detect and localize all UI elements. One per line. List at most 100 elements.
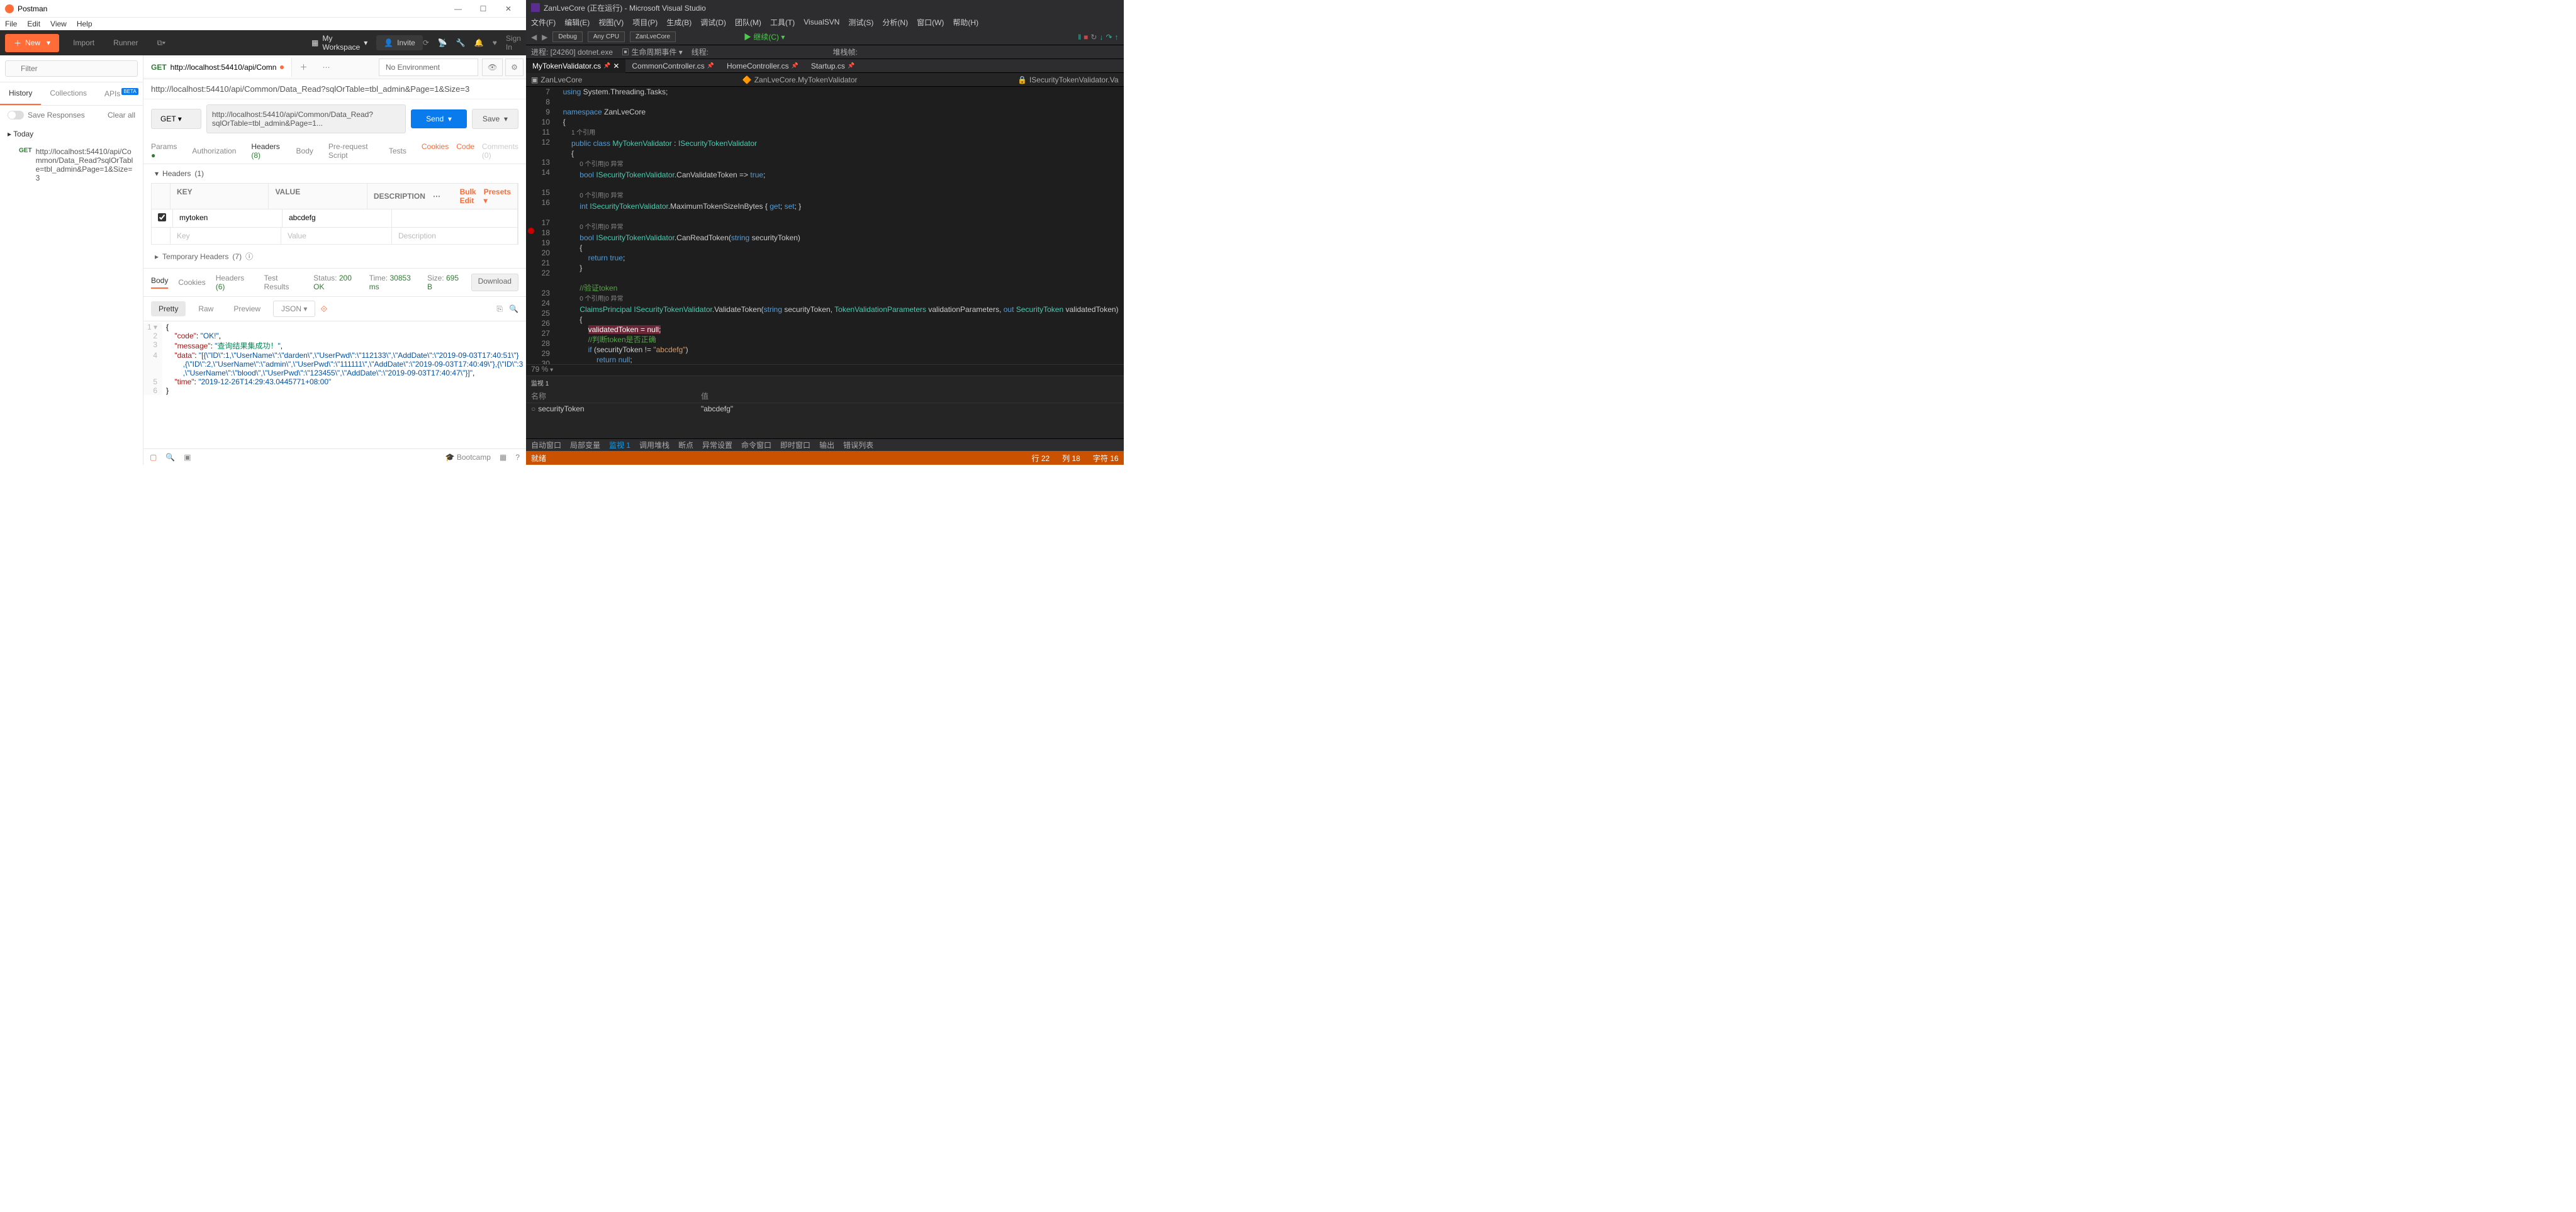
- header-row-checkbox[interactable]: [158, 213, 166, 221]
- vs-menu-window[interactable]: 窗口(W): [917, 17, 944, 28]
- header-value-cell[interactable]: abcdefg: [283, 209, 392, 227]
- search-icon[interactable]: 🔍: [509, 304, 518, 314]
- bootcamp-button[interactable]: 🎓 Bootcamp: [445, 453, 491, 462]
- subtab-body[interactable]: Body: [296, 147, 313, 155]
- filter-input[interactable]: [5, 60, 138, 77]
- env-quicklook-icon[interactable]: 👁: [482, 58, 503, 76]
- header-key-placeholder[interactable]: Key: [171, 228, 281, 244]
- history-item[interactable]: GEThttp://localhost:54410/api/Common/Dat…: [0, 143, 143, 186]
- header-key-cell[interactable]: mytoken: [173, 209, 283, 227]
- btab-locals[interactable]: 局部变量: [570, 440, 600, 450]
- nav-method[interactable]: 🔒 ISecurityTokenValidator.Va: [1017, 75, 1119, 84]
- step-out-icon[interactable]: ↑: [1115, 33, 1119, 42]
- send-button[interactable]: Send ▾: [411, 109, 467, 128]
- vs-menu-analyze[interactable]: 分析(N): [882, 17, 908, 28]
- workspace-selector[interactable]: ▦My Workspace▾: [311, 34, 367, 52]
- pretty-button[interactable]: Pretty: [151, 301, 186, 316]
- sync-icon[interactable]: ⟳: [423, 38, 429, 47]
- nav-fwd-icon[interactable]: ▶: [542, 33, 547, 42]
- save-button[interactable]: Save ▾: [472, 109, 518, 129]
- new-tab-button[interactable]: ＋: [292, 57, 315, 77]
- menu-edit[interactable]: Edit: [27, 19, 40, 28]
- btab-immediate[interactable]: 即时窗口: [780, 440, 810, 450]
- code-content[interactable]: using System.Threading.Tasks; namespace …: [554, 87, 1124, 364]
- step-into-icon[interactable]: ↓: [1099, 33, 1103, 42]
- project-selector[interactable]: ZanLveCore: [630, 31, 676, 42]
- save-responses-toggle[interactable]: [8, 111, 24, 120]
- vs-menu-file[interactable]: 文件(F): [531, 17, 556, 28]
- runner-button[interactable]: Runner: [106, 35, 145, 51]
- comments-link[interactable]: Comments (0): [482, 142, 518, 160]
- editor-tab-mytokenvalidator[interactable]: MyTokenValidator.cs📌✕: [526, 59, 625, 73]
- headers-section-title[interactable]: ▾ Headers (1): [143, 164, 526, 183]
- history-today[interactable]: ▸ Today: [0, 125, 143, 143]
- response-body[interactable]: 1 ▾{ 2 "code": "OK!", 3 "message": "查询结果…: [143, 321, 526, 448]
- breakpoint-icon[interactable]: [528, 228, 534, 234]
- subtab-prereq[interactable]: Pre-request Script: [328, 142, 374, 160]
- nav-back-icon[interactable]: ◀: [531, 33, 537, 42]
- signin-button[interactable]: Sign In: [506, 34, 521, 52]
- btab-exceptions[interactable]: 异常设置: [702, 440, 732, 450]
- import-button[interactable]: Import: [65, 35, 102, 51]
- bell-icon[interactable]: 🔔: [474, 38, 484, 47]
- btab-autos[interactable]: 自动窗口: [531, 440, 561, 450]
- subtab-headers[interactable]: Headers (8): [251, 142, 281, 160]
- format-selector[interactable]: JSON ▾: [273, 301, 315, 317]
- vs-menu-team[interactable]: 团队(M): [735, 17, 761, 28]
- invite-button[interactable]: 👤Invite: [376, 35, 423, 50]
- tab-apis[interactable]: APIsBETA: [96, 82, 147, 105]
- preview-button[interactable]: Preview: [226, 301, 268, 316]
- open-new-icon[interactable]: ⧉▾: [149, 35, 173, 52]
- menu-help[interactable]: Help: [77, 19, 92, 28]
- env-settings-icon[interactable]: ⚙: [505, 58, 524, 76]
- temporary-headers-toggle[interactable]: ▸ Temporary Headers (7) ⓘ: [143, 245, 526, 268]
- environment-selector[interactable]: No Environment: [379, 58, 478, 76]
- presets-button[interactable]: Presets ▾: [484, 187, 511, 205]
- zoom-indicator[interactable]: 79 % ▾: [526, 364, 1124, 375]
- btab-command[interactable]: 命令窗口: [741, 440, 771, 450]
- lifecycle-selector[interactable]: ▣ 生命周期事件 ▾: [622, 47, 683, 57]
- request-tab[interactable]: GET http://localhost:54410/api/Comn: [143, 58, 292, 77]
- vs-menu-test[interactable]: 测试(S): [848, 17, 873, 28]
- subtab-auth[interactable]: Authorization: [192, 147, 236, 155]
- code-link[interactable]: Code: [456, 142, 474, 160]
- vs-menu-tools[interactable]: 工具(T): [770, 17, 795, 28]
- btab-watch[interactable]: 监视 1: [609, 440, 630, 450]
- btab-breakpoints[interactable]: 断点: [678, 440, 693, 450]
- clear-all-button[interactable]: Clear all: [108, 111, 135, 120]
- resp-tab-tests[interactable]: Test Results: [264, 274, 303, 291]
- download-button[interactable]: Download: [471, 274, 518, 291]
- cookies-link[interactable]: Cookies: [422, 142, 449, 160]
- vs-code-editor[interactable]: 789101112 1314 1516 171819202122 2324252…: [526, 87, 1124, 364]
- satellite-icon[interactable]: 📡: [438, 38, 447, 47]
- vs-menu-svn[interactable]: VisualSVN: [804, 18, 839, 26]
- tab-collections[interactable]: Collections: [41, 82, 96, 105]
- console-icon[interactable]: ▣: [184, 453, 191, 462]
- tab-options-button[interactable]: ⋯: [315, 58, 337, 77]
- vs-menu-project[interactable]: 项目(P): [632, 17, 658, 28]
- config-selector[interactable]: Debug: [552, 31, 582, 42]
- platform-selector[interactable]: Any CPU: [588, 31, 625, 42]
- wrench-icon[interactable]: 🔧: [456, 38, 466, 47]
- btab-errors[interactable]: 错误列表: [843, 440, 873, 450]
- vs-menu-view[interactable]: 视图(V): [598, 17, 624, 28]
- subtab-params[interactable]: Params ●: [151, 142, 177, 160]
- menu-file[interactable]: File: [5, 19, 17, 28]
- nav-project[interactable]: ▣ ZanLveCore: [531, 75, 582, 84]
- maximize-icon[interactable]: ☐: [471, 4, 496, 13]
- step-over-icon[interactable]: ↷: [1106, 33, 1112, 42]
- editor-tab-startup[interactable]: Startup.cs📌: [805, 59, 861, 73]
- header-desc-cell[interactable]: [392, 209, 518, 227]
- close-icon[interactable]: ✕: [496, 4, 521, 13]
- editor-tab-homecontroller[interactable]: HomeController.cs📌: [720, 59, 805, 73]
- subtab-tests[interactable]: Tests: [389, 147, 406, 155]
- resp-tab-cookies[interactable]: Cookies: [178, 278, 205, 287]
- nav-class[interactable]: 🔶 ZanLveCore.MyTokenValidator: [742, 75, 858, 84]
- menu-view[interactable]: View: [50, 19, 67, 28]
- pause-icon[interactable]: ‖: [1078, 33, 1081, 42]
- copy-icon[interactable]: ⎘: [496, 304, 503, 314]
- continue-button[interactable]: ▶ 继续(C) ▾: [744, 31, 785, 42]
- vs-menu-build[interactable]: 生成(B): [666, 17, 692, 28]
- header-value-placeholder[interactable]: Value: [281, 228, 392, 244]
- restart-icon[interactable]: ↻: [1090, 33, 1097, 42]
